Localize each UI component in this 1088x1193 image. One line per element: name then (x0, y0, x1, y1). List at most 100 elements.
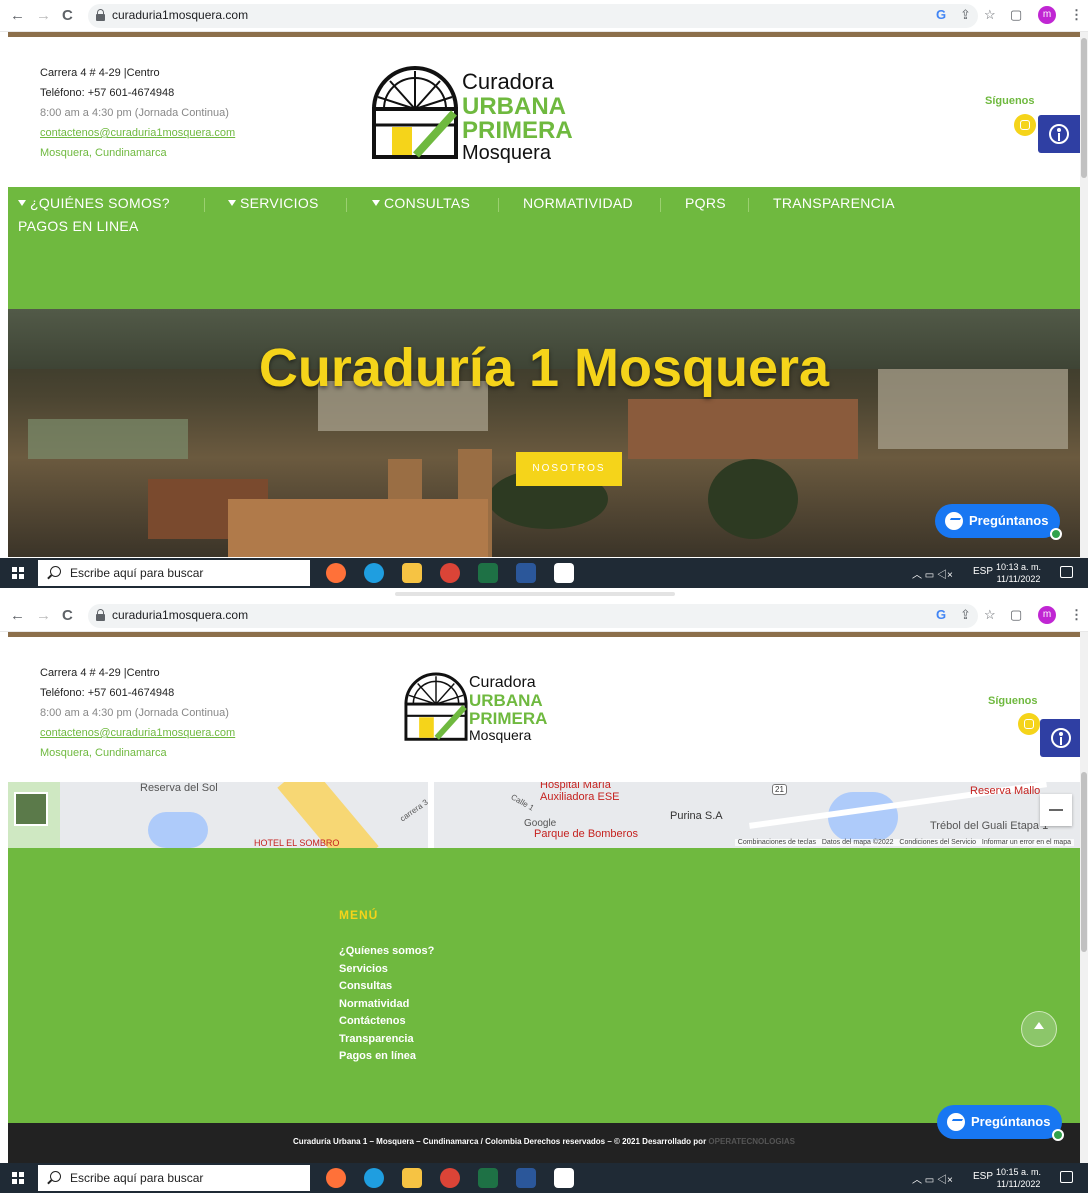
footer-link-contactenos[interactable]: Contáctenos (339, 1013, 434, 1031)
bookmark-star-icon[interactable]: ☆ (984, 607, 996, 623)
nav-item-servicios[interactable]: SERVICIOS (228, 195, 319, 211)
chrome-icon[interactable] (440, 1168, 460, 1188)
taskbar-search[interactable]: Escribe aquí para buscar (38, 560, 310, 586)
map-label: HOTEL EL SOMBRO (254, 838, 340, 848)
footer-link-pagos-en-linea[interactable]: Pagos en línea (339, 1048, 434, 1066)
menu-kebab-icon[interactable]: ⋮ (1070, 607, 1083, 623)
language-indicator[interactable]: ESP (973, 1171, 993, 1182)
nav-item-transparencia[interactable]: TRANSPARENCIA (773, 195, 895, 211)
accessibility-button[interactable] (1038, 115, 1080, 153)
firefox-icon[interactable] (326, 1168, 346, 1188)
messenger-chat-button[interactable]: Pregúntanos (935, 504, 1063, 540)
system-tray-icons[interactable]: ︿ ▭ ◁× (912, 1171, 953, 1186)
notifications-icon[interactable] (1060, 566, 1073, 578)
site-header: Carrera 4 # 4-29 |Centro Teléfono: +57 6… (8, 637, 1082, 782)
nav-item-quienes-somos[interactable]: ¿QUIÉNES SOMOS? (18, 195, 170, 211)
logo-emblem-icon (372, 66, 458, 159)
logo-line-1: Curadora (469, 674, 536, 691)
bookmark-star-icon[interactable]: ☆ (984, 7, 996, 23)
forward-icon[interactable]: → (36, 7, 51, 25)
scroll-to-top-button[interactable] (1021, 1011, 1057, 1047)
nav-item-consultas[interactable]: CONSULTAS (372, 195, 470, 211)
photos-icon[interactable] (554, 563, 574, 583)
page-scrollbar[interactable] (1080, 632, 1088, 1163)
address-bar[interactable]: curaduria1mosquera.com (88, 604, 978, 628)
map-label: carrera 3 (398, 797, 430, 824)
file-explorer-icon[interactable] (402, 563, 422, 583)
forward-icon[interactable]: → (36, 607, 51, 625)
map-shortcuts-link[interactable]: Combinaciones de teclas (738, 839, 816, 846)
map-label: Reserva del Sol (140, 782, 218, 794)
windows-start-icon[interactable] (12, 567, 24, 579)
file-explorer-icon[interactable] (402, 1168, 422, 1188)
instagram-icon[interactable] (1014, 114, 1036, 136)
edge-icon[interactable] (364, 1168, 384, 1188)
site-logo[interactable]: Curadora URBANA PRIMERA Mosquera (403, 671, 553, 743)
map-data-text: Datos del mapa ©2022 (821, 839, 894, 846)
excel-icon[interactable] (478, 563, 498, 583)
messenger-chat-button[interactable]: Pregúntanos (937, 1105, 1065, 1141)
church-body (228, 499, 488, 557)
map-satellite-toggle[interactable] (14, 792, 48, 826)
email-link[interactable]: contactenos@curaduria1mosquera.com (40, 723, 235, 743)
scrollbar-thumb[interactable] (1081, 772, 1087, 952)
site-logo[interactable]: Curadora URBANA PRIMERA Mosquera (370, 65, 573, 164)
google-translate-icon[interactable]: G (936, 7, 946, 22)
footer-link-quienes-somos[interactable]: ¿Quíenes somos? (339, 943, 434, 961)
map-report-link[interactable]: Informar un error en el mapa (982, 839, 1071, 846)
address-bar[interactable]: curaduria1mosquera.com (88, 4, 978, 28)
developer-link[interactable]: OPERATECNOLOGIAS (708, 1137, 795, 1146)
share-icon[interactable]: ⇪ (960, 607, 971, 623)
back-icon[interactable]: ← (10, 607, 25, 625)
system-tray-icons[interactable]: ︿ ▭ ◁× (912, 566, 953, 581)
nosotros-button[interactable]: NOSOTROS (516, 452, 622, 486)
footer-link-servicios[interactable]: Servicios (339, 961, 434, 979)
footer-link-transparencia[interactable]: Transparencia (339, 1031, 434, 1049)
chrome-icon[interactable] (440, 563, 460, 583)
excel-icon[interactable] (478, 1168, 498, 1188)
profile-avatar[interactable]: m (1038, 606, 1056, 624)
map-zoom-out-button[interactable] (1040, 794, 1072, 826)
windows-start-icon[interactable] (12, 1172, 24, 1184)
instagram-icon[interactable] (1018, 713, 1040, 735)
word-icon[interactable] (516, 563, 536, 583)
map-terms-link[interactable]: Condiciones del Servicio (899, 839, 976, 846)
language-indicator[interactable]: ESP (973, 566, 993, 577)
firefox-icon[interactable] (326, 563, 346, 583)
taskbar-clock[interactable]: 10:15 a. m. 11/11/2022 (996, 1166, 1041, 1190)
profile-avatar[interactable]: m (1038, 6, 1056, 24)
reload-icon[interactable]: C (62, 607, 73, 625)
menu-kebab-icon[interactable]: ⋮ (1070, 7, 1083, 23)
nav-item-pqrs[interactable]: PQRS (685, 195, 726, 211)
nav-item-normatividad[interactable]: NORMATIVIDAD (523, 195, 633, 211)
back-icon[interactable]: ← (10, 7, 25, 25)
word-icon[interactable] (516, 1168, 536, 1188)
photos-icon[interactable] (554, 1168, 574, 1188)
share-icon[interactable]: ⇪ (960, 7, 971, 23)
notifications-icon[interactable] (1060, 1171, 1073, 1183)
email-link[interactable]: contactenos@curaduria1mosquera.com (40, 123, 235, 143)
phone-text: Teléfono: +57 601-4674948 (40, 87, 175, 99)
footer-link-consultas[interactable]: Consultas (339, 978, 434, 996)
hero-rooftops (628, 399, 858, 459)
google-translate-icon[interactable]: G (936, 607, 946, 622)
edge-icon[interactable] (364, 563, 384, 583)
contact-info: Carrera 4 # 4-29 |Centro Teléfono: +57 6… (40, 63, 235, 163)
logo-line-2: URBANA (469, 691, 543, 710)
reload-icon[interactable]: C (62, 7, 73, 25)
nav-item-pagos-en-linea[interactable]: PAGOS EN LINEA (18, 218, 139, 234)
google-map[interactable]: Reserva del Sol Hospital María Auxiliado… (8, 782, 1080, 848)
nav-separator (660, 198, 661, 212)
side-panel-icon[interactable]: ▢ (1010, 607, 1022, 623)
side-panel-icon[interactable]: ▢ (1010, 7, 1022, 23)
accessibility-button[interactable] (1040, 719, 1082, 757)
footer-link-normatividad[interactable]: Normatividad (339, 996, 434, 1014)
taskbar-search[interactable]: Escribe aquí para buscar (38, 1165, 310, 1191)
page-scrollbar[interactable] (1080, 32, 1088, 560)
map-label: Purina S.A (670, 810, 723, 822)
logo-line-3: PRIMERA (469, 709, 548, 728)
logo-line-4: Mosquera (462, 142, 551, 164)
taskbar-clock[interactable]: 10:13 a. m. 11/11/2022 (996, 561, 1041, 585)
hero-trees (708, 459, 798, 539)
scrollbar-thumb[interactable] (1081, 38, 1087, 178)
